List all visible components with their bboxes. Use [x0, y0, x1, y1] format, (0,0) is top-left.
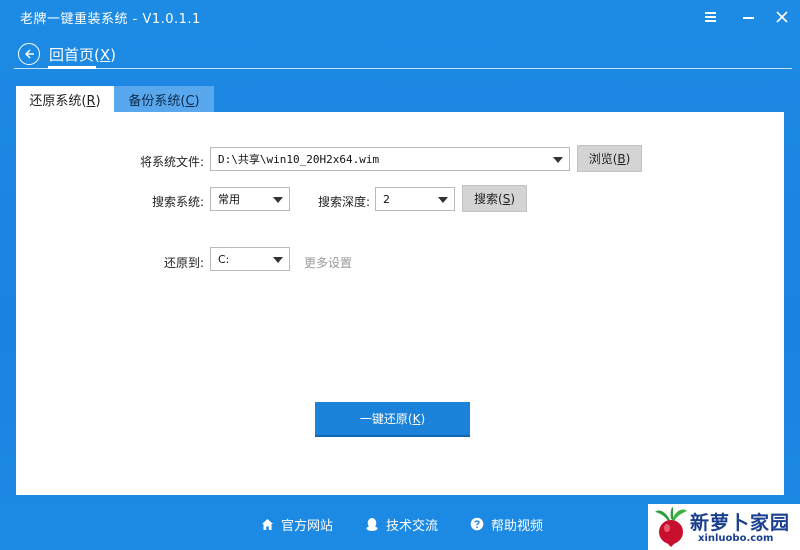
close-icon [776, 11, 788, 23]
official-site-link[interactable]: 官方网站 [261, 514, 333, 534]
back-home-button[interactable]: 回首页(X) [18, 42, 116, 66]
window-title: 老牌一键重装系统 - V1.0.1.1 [20, 12, 201, 27]
watermark-logo: 新萝卜家园 xinluobo.com [648, 504, 800, 550]
more-settings-link[interactable]: 更多设置 [304, 254, 352, 271]
browse-label: 浏览(B) [588, 152, 631, 166]
app-window: 老牌一键重装系统 - V1.0.1.1 回首页(X) 还原系统(R) 备份系统(… [0, 0, 800, 550]
search-depth-select[interactable]: 2 [375, 187, 455, 211]
help-icon [470, 517, 484, 531]
search-depth-label: 搜索深度: [317, 195, 370, 209]
home-icon [262, 518, 273, 530]
tab-backup-label: 备份系统(C) [128, 93, 200, 109]
minimize-icon [742, 17, 754, 19]
chevron-down-icon [273, 257, 283, 263]
title-bar: 老牌一键重装系统 - V1.0.1.1 [0, 0, 800, 34]
help-video-label: 帮助视频 [491, 518, 544, 534]
restore-button-label: 一键还原(K) [359, 412, 426, 426]
menu-icon [704, 16, 716, 18]
menu-button[interactable] [698, 6, 722, 28]
tech-exchange-link[interactable]: 技术交流 [365, 514, 438, 534]
search-system-value: 常用 [218, 193, 240, 206]
browse-button[interactable]: 浏览(B) [577, 145, 642, 172]
restore-target-value: C: [218, 252, 230, 266]
nav-divider [14, 68, 792, 69]
nav-active-underline [48, 66, 96, 69]
restore-panel: 将系统文件: D:\共享\win10_20H2x64.wim 浏览(B) 搜索系… [16, 112, 784, 495]
restore-to-label: 还原到: [163, 256, 204, 270]
search-depth-value: 2 [383, 192, 390, 206]
file-label: 将系统文件: [139, 155, 204, 169]
search-system-label: 搜索系统: [151, 195, 204, 209]
minimize-button[interactable] [736, 6, 760, 28]
tab-backup-system[interactable]: 备份系统(C) [114, 86, 214, 112]
tech-exchange-label: 技术交流 [386, 518, 439, 534]
official-site-label: 官方网站 [281, 518, 334, 534]
close-button[interactable] [770, 6, 794, 28]
chevron-down-icon [438, 197, 448, 203]
file-path-value: D:\共享\win10_20H2x64.wim [218, 153, 380, 166]
chevron-down-icon [553, 157, 563, 163]
watermark-url: xinluobo.com [698, 533, 774, 544]
tab-restore-system[interactable]: 还原系统(R) [16, 86, 114, 112]
back-arrow-icon [18, 43, 40, 65]
search-button[interactable]: 搜索(S) [462, 185, 527, 212]
chevron-down-icon [273, 197, 283, 203]
search-system-select[interactable]: 常用 [210, 187, 290, 211]
watermark-title: 新萝卜家园 [690, 512, 791, 534]
one-click-restore-button[interactable]: 一键还原(K) [315, 402, 470, 437]
help-video-link[interactable]: 帮助视频 [470, 514, 543, 534]
restore-target-select[interactable]: C: [210, 247, 290, 271]
qq-icon [366, 517, 378, 531]
tab-restore-label: 还原系统(R) [29, 93, 101, 109]
back-home-label: 回首页(X) [49, 45, 117, 64]
radish-icon [655, 507, 687, 547]
search-label: 搜索(S) [473, 192, 515, 206]
file-path-select[interactable]: D:\共享\win10_20H2x64.wim [210, 147, 570, 171]
